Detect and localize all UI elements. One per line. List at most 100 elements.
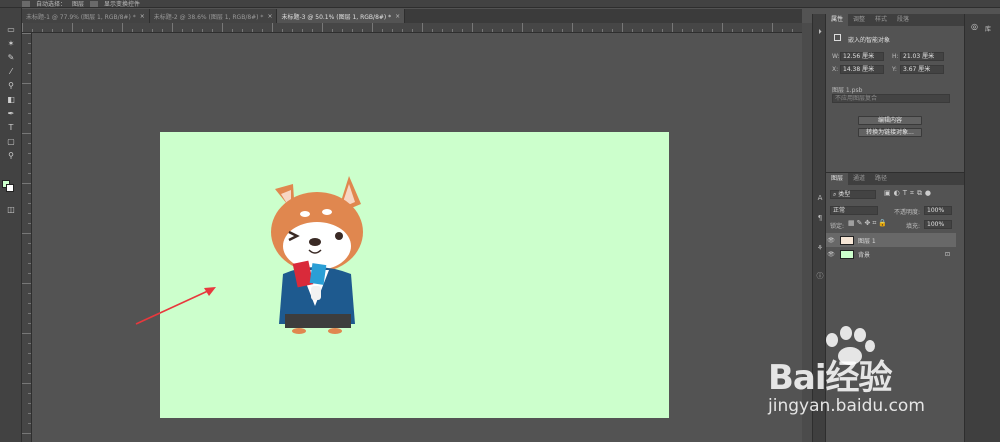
quick-mask-icon[interactable]: ◫ bbox=[5, 204, 17, 214]
eraser-tool-icon[interactable]: ◧ bbox=[5, 94, 17, 104]
brush-tool-icon[interactable]: ⁄ bbox=[5, 66, 17, 76]
ruler-tick bbox=[28, 263, 31, 264]
brush-settings-icon[interactable]: ⚘ bbox=[816, 244, 824, 252]
ruler-tick bbox=[28, 273, 31, 274]
ruler-tick bbox=[792, 29, 793, 32]
ruler-tick bbox=[212, 29, 213, 32]
filter-type-icons[interactable]: ▣◐T⌗⧉● bbox=[884, 189, 934, 198]
ruler-tick bbox=[28, 363, 31, 364]
shape-tool-icon[interactable]: ▢ bbox=[5, 136, 17, 146]
width-field[interactable]: 12.56 厘米 bbox=[840, 52, 884, 61]
file-name-label: 图层 1.psb bbox=[832, 87, 863, 94]
layer-comp-dropdown[interactable]: 不应用图层复合 bbox=[832, 94, 950, 103]
shiba-dog-illustration[interactable] bbox=[265, 174, 375, 334]
ruler-tick bbox=[28, 253, 31, 254]
tab-doc-3[interactable]: 未标题-3 @ 50.1% (图层 1, RGB/8#) * × bbox=[277, 9, 406, 23]
ruler-tick bbox=[28, 303, 31, 304]
marquee-tool-icon[interactable]: ▭ bbox=[5, 24, 17, 34]
libraries-icon[interactable]: ◎ bbox=[971, 22, 978, 31]
ruler-tick bbox=[22, 23, 23, 32]
ruler-tick bbox=[362, 29, 363, 32]
ruler-tick bbox=[28, 143, 31, 144]
ruler-tick bbox=[28, 193, 31, 194]
tab-doc-2[interactable]: 未标题-2 @ 38.6% (图层 1, RGB/8#) * × bbox=[149, 9, 278, 23]
ruler-tick bbox=[28, 113, 31, 114]
ruler-tick bbox=[652, 29, 653, 32]
ruler-tick bbox=[72, 23, 73, 32]
eye-icon[interactable]: 👁 bbox=[826, 251, 836, 258]
ruler-tick bbox=[28, 323, 31, 324]
ruler-tick bbox=[302, 29, 303, 32]
y-field[interactable]: 3.67 厘米 bbox=[900, 65, 944, 74]
background-color-swatch[interactable] bbox=[6, 184, 14, 192]
ruler-tick bbox=[28, 153, 31, 154]
ruler-tick bbox=[22, 333, 31, 334]
auto-select-dropdown[interactable]: 图层 bbox=[72, 0, 84, 7]
tab-paths[interactable]: 路径 bbox=[870, 173, 892, 185]
ruler-tick bbox=[142, 29, 143, 32]
x-field[interactable]: 14.38 厘米 bbox=[840, 65, 884, 74]
ruler-tick bbox=[702, 29, 703, 32]
ruler-tick bbox=[642, 29, 643, 32]
auto-select-checkbox[interactable] bbox=[22, 0, 30, 7]
close-icon[interactable]: × bbox=[267, 13, 272, 20]
history-icon[interactable]: ⏵ bbox=[816, 28, 824, 36]
fill-field[interactable]: 100% bbox=[924, 220, 952, 229]
magic-wand-tool-icon[interactable]: ✶ bbox=[5, 38, 17, 48]
character-icon[interactable]: A bbox=[816, 194, 824, 202]
ruler-tick bbox=[662, 29, 663, 32]
zoom-tool-icon[interactable]: ⚲ bbox=[5, 150, 17, 160]
ruler-tick bbox=[252, 29, 253, 32]
tab-adjustments[interactable]: 调整 bbox=[848, 14, 870, 26]
ruler-tick bbox=[712, 29, 713, 32]
ruler-tick bbox=[522, 23, 523, 32]
paragraph-icon[interactable]: ¶ bbox=[816, 214, 824, 222]
edit-contents-button[interactable]: 编辑内容 bbox=[858, 116, 922, 125]
vertical-ruler[interactable] bbox=[22, 33, 32, 442]
clone-stamp-tool-icon[interactable]: ⚲ bbox=[5, 80, 17, 90]
photoshop-window: 自动选择： 图层 显示变换控件 ▭ ✶ ✎ ⁄ ⚲ ◧ ✒ T ▢ ⚲ ◫ 未标… bbox=[0, 0, 1000, 442]
ruler-tick bbox=[122, 23, 123, 32]
pen-tool-icon[interactable]: ✒ bbox=[5, 108, 17, 118]
ruler-tick bbox=[632, 29, 633, 32]
ruler-tick bbox=[28, 423, 31, 424]
document-canvas[interactable] bbox=[160, 132, 669, 418]
fill-label: 填充: bbox=[906, 223, 921, 230]
ruler-tick bbox=[202, 29, 203, 32]
eyedropper-tool-icon[interactable]: ✎ bbox=[5, 52, 17, 62]
close-icon[interactable]: × bbox=[140, 13, 145, 20]
layer-filter-value: 类型 bbox=[838, 191, 851, 198]
tab-paragraph[interactable]: 段落 bbox=[892, 14, 914, 26]
libraries-label: 库 bbox=[985, 26, 992, 33]
ruler-tick bbox=[612, 29, 613, 32]
show-transform-checkbox[interactable] bbox=[90, 0, 99, 7]
layer-row[interactable]: 👁 图层 1 bbox=[826, 233, 956, 247]
ruler-tick bbox=[22, 183, 31, 184]
ruler-tick bbox=[562, 29, 563, 32]
tab-doc-1[interactable]: 未标题-1 @ 77.9% (图层 1, RGB/8#) * × bbox=[22, 9, 150, 23]
lock-icons[interactable]: ▦✎✥⌗🔒 bbox=[848, 219, 889, 228]
tab-styles[interactable]: 样式 bbox=[870, 14, 892, 26]
close-icon[interactable]: × bbox=[395, 13, 400, 20]
opacity-field[interactable]: 100% bbox=[924, 206, 952, 215]
document-tabs: 未标题-1 @ 77.9% (图层 1, RGB/8#) * × 未标题-2 @… bbox=[22, 9, 802, 23]
layer-row[interactable]: 👁 背景 ⊡ bbox=[826, 247, 956, 261]
ruler-tick bbox=[22, 83, 31, 84]
type-tool-icon[interactable]: T bbox=[5, 122, 17, 132]
eye-icon[interactable]: 👁 bbox=[826, 237, 836, 244]
height-field[interactable]: 21.03 厘米 bbox=[900, 52, 944, 61]
tab-properties[interactable]: 属性 bbox=[826, 14, 849, 26]
ruler-tick bbox=[28, 213, 31, 214]
lock-icon: ⊡ bbox=[944, 250, 950, 258]
ruler-tick bbox=[322, 23, 323, 32]
blend-mode-dropdown[interactable]: 正常 bbox=[830, 206, 878, 215]
info-icon[interactable]: ⓘ bbox=[816, 272, 824, 280]
tools-panel: ▭ ✶ ✎ ⁄ ⚲ ◧ ✒ T ▢ ⚲ ◫ bbox=[0, 8, 22, 442]
ruler-tick bbox=[472, 23, 473, 32]
tab-layers[interactable]: 图层 bbox=[826, 173, 849, 185]
horizontal-ruler[interactable] bbox=[22, 23, 802, 33]
tab-channels[interactable]: 通道 bbox=[848, 173, 870, 185]
convert-to-linked-button[interactable]: 转换为链接对象... bbox=[858, 128, 922, 137]
layer-filter-dropdown[interactable]: ⌕ 类型 bbox=[830, 190, 876, 199]
ruler-tick bbox=[28, 313, 31, 314]
